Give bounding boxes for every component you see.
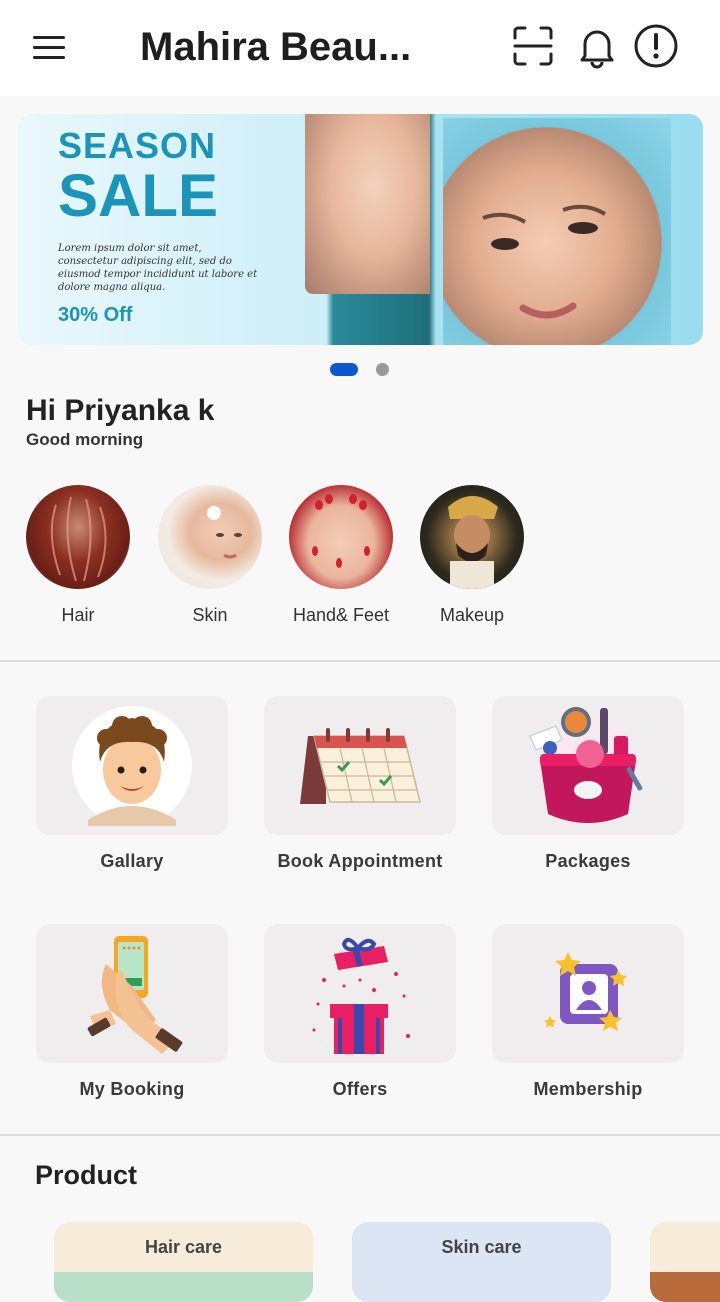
- phone-booking-icon: [36, 924, 228, 1063]
- category-skin[interactable]: Skin: [140, 485, 280, 626]
- book-appointment-label: Book Appointment: [277, 851, 443, 871]
- greeting-title: Hi Priyanka k: [26, 394, 215, 427]
- product-card-label: Skin care: [441, 1237, 522, 1257]
- app-title: Mahira Beau...: [140, 25, 412, 69]
- book-appointment-tile[interactable]: Book Appointment: [264, 696, 456, 872]
- banner-model-closeup-photo: [443, 118, 671, 345]
- offers-label: Offers: [332, 1079, 388, 1099]
- product-card-skin-care[interactable]: Skin care: [352, 1222, 611, 1302]
- product-card-image: [54, 1272, 313, 1302]
- banner-sale-text: SALE: [58, 162, 219, 229]
- product-card-partial[interactable]: [650, 1222, 720, 1302]
- product-card-label: Hair care: [144, 1237, 223, 1257]
- offers-tile[interactable]: Offers: [264, 924, 456, 1100]
- gallery-icon: [36, 696, 228, 835]
- info-icon[interactable]: [632, 22, 680, 70]
- my-booking-label: My Booking: [79, 1079, 185, 1099]
- product-card-hair-care[interactable]: Hair care: [54, 1222, 313, 1302]
- membership-badge-icon: [492, 924, 684, 1063]
- bell-icon[interactable]: [573, 22, 621, 70]
- gift-box-icon: [264, 924, 456, 1063]
- category-makeup[interactable]: Makeup: [402, 485, 542, 626]
- hand-feet-photo: [289, 485, 393, 589]
- category-hair[interactable]: Hair: [8, 485, 148, 626]
- category-label: Hand& Feet: [292, 605, 390, 625]
- category-label: Makeup: [439, 605, 505, 625]
- product-card-image: [650, 1272, 720, 1302]
- menu-icon[interactable]: [26, 26, 72, 70]
- hair-photo: [26, 485, 130, 589]
- banner-season-text: SEASON: [58, 125, 217, 166]
- packages-label: Packages: [545, 851, 631, 871]
- gallery-label: Gallary: [100, 851, 164, 871]
- promo-banner[interactable]: SEASON SALE Lorem ipsum dolor sit amet, …: [18, 114, 703, 345]
- banner-body-text: Lorem ipsum dolor sit amet, consectetur …: [58, 243, 258, 293]
- membership-label: Membership: [533, 1079, 643, 1099]
- skin-photo: [158, 485, 262, 589]
- banner-offer-text: 30% Off: [58, 304, 133, 326]
- category-label: Skin: [192, 605, 228, 625]
- carousel-dot[interactable]: [376, 363, 389, 376]
- product-section-title: Product: [35, 1160, 138, 1190]
- carousel-dot-active[interactable]: [330, 363, 358, 376]
- category-hand-feet[interactable]: Hand& Feet: [271, 485, 411, 626]
- my-booking-tile[interactable]: My Booking: [36, 924, 228, 1100]
- section-divider: [0, 1134, 720, 1136]
- makeup-photo: [420, 485, 524, 589]
- packages-tile[interactable]: Packages: [492, 696, 684, 872]
- membership-tile[interactable]: Membership: [492, 924, 684, 1100]
- makeup-kit-icon: [492, 696, 684, 835]
- gallery-tile[interactable]: Gallary: [36, 696, 228, 872]
- category-label: Hair: [61, 605, 95, 625]
- section-divider: [0, 660, 720, 662]
- scan-icon[interactable]: [509, 22, 557, 70]
- calendar-icon: [264, 696, 456, 835]
- top-app-bar: Mahira Beau...: [0, 0, 720, 96]
- banner-headline: SEASON SALE: [58, 128, 218, 226]
- greeting-subtitle: Good morning: [26, 430, 144, 449]
- banner-model-photo: [305, 114, 430, 294]
